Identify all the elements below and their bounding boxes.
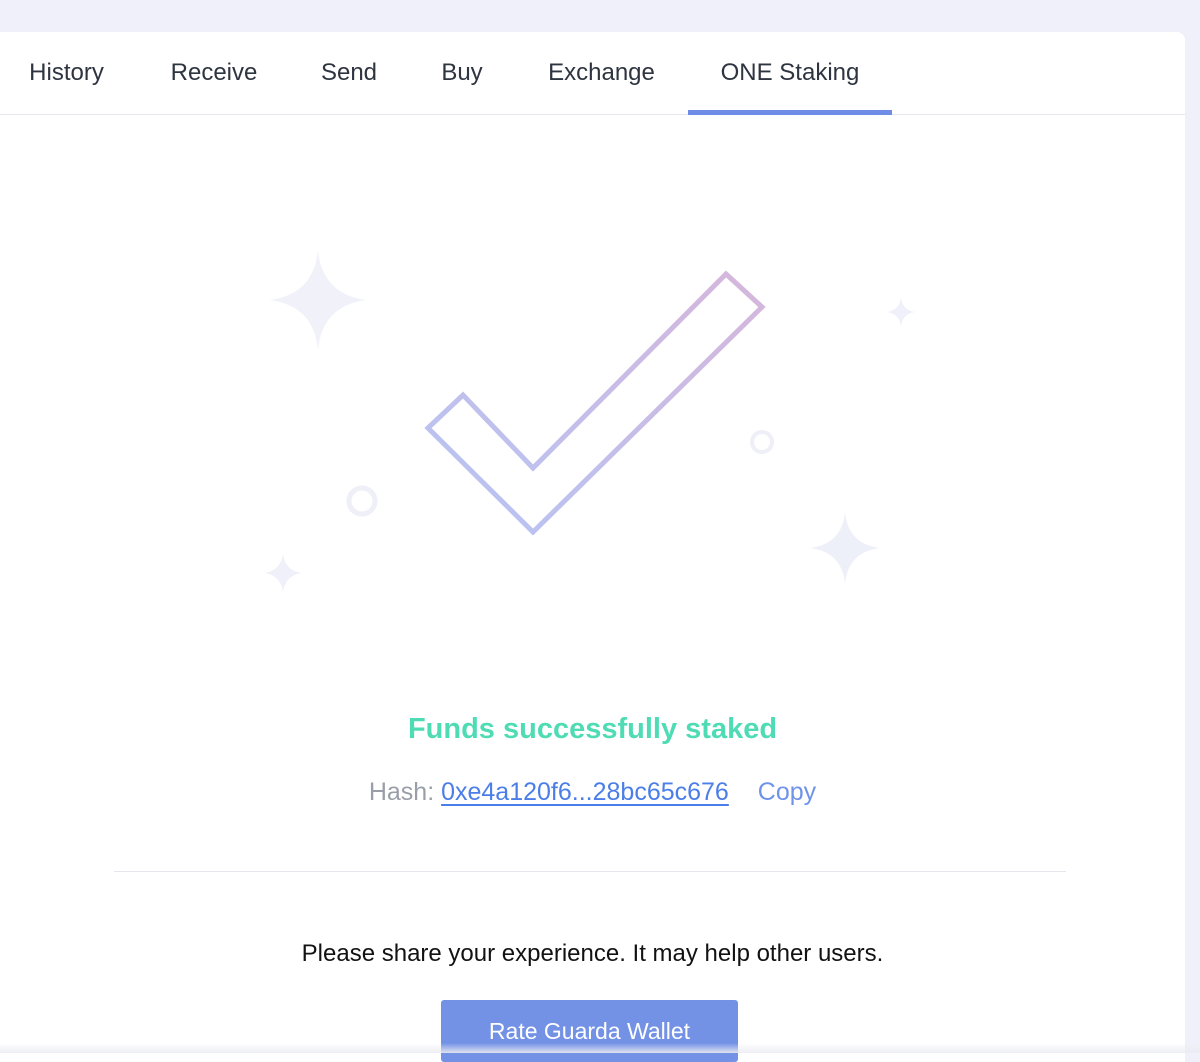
success-message: Funds successfully staked <box>407 713 778 745</box>
bottom-edge-shadow <box>0 1043 1200 1053</box>
hash-link[interactable]: 0xe4a120f6...28bc65c676 <box>441 778 729 806</box>
sparkle-icon <box>887 297 915 327</box>
sparkle-icon <box>265 554 301 592</box>
copy-hash-button[interactable]: Copy <box>758 778 816 806</box>
feedback-prompt: Please share your experience. It may hel… <box>301 940 884 967</box>
circle-icon <box>346 485 378 517</box>
hash-label: Hash: <box>368 778 435 806</box>
checkmark-icon <box>424 270 766 536</box>
divider <box>114 871 1066 872</box>
success-illustration <box>265 250 915 592</box>
transaction-hash-row: Hash: 0xe4a120f6...28bc65c676 Copy <box>0 778 1185 807</box>
sparkle-icon <box>810 512 880 584</box>
sparkle-icon <box>270 250 366 350</box>
circle-icon <box>750 430 774 454</box>
main-card: History Receive Send Buy Exchange ONE St… <box>0 32 1185 1062</box>
